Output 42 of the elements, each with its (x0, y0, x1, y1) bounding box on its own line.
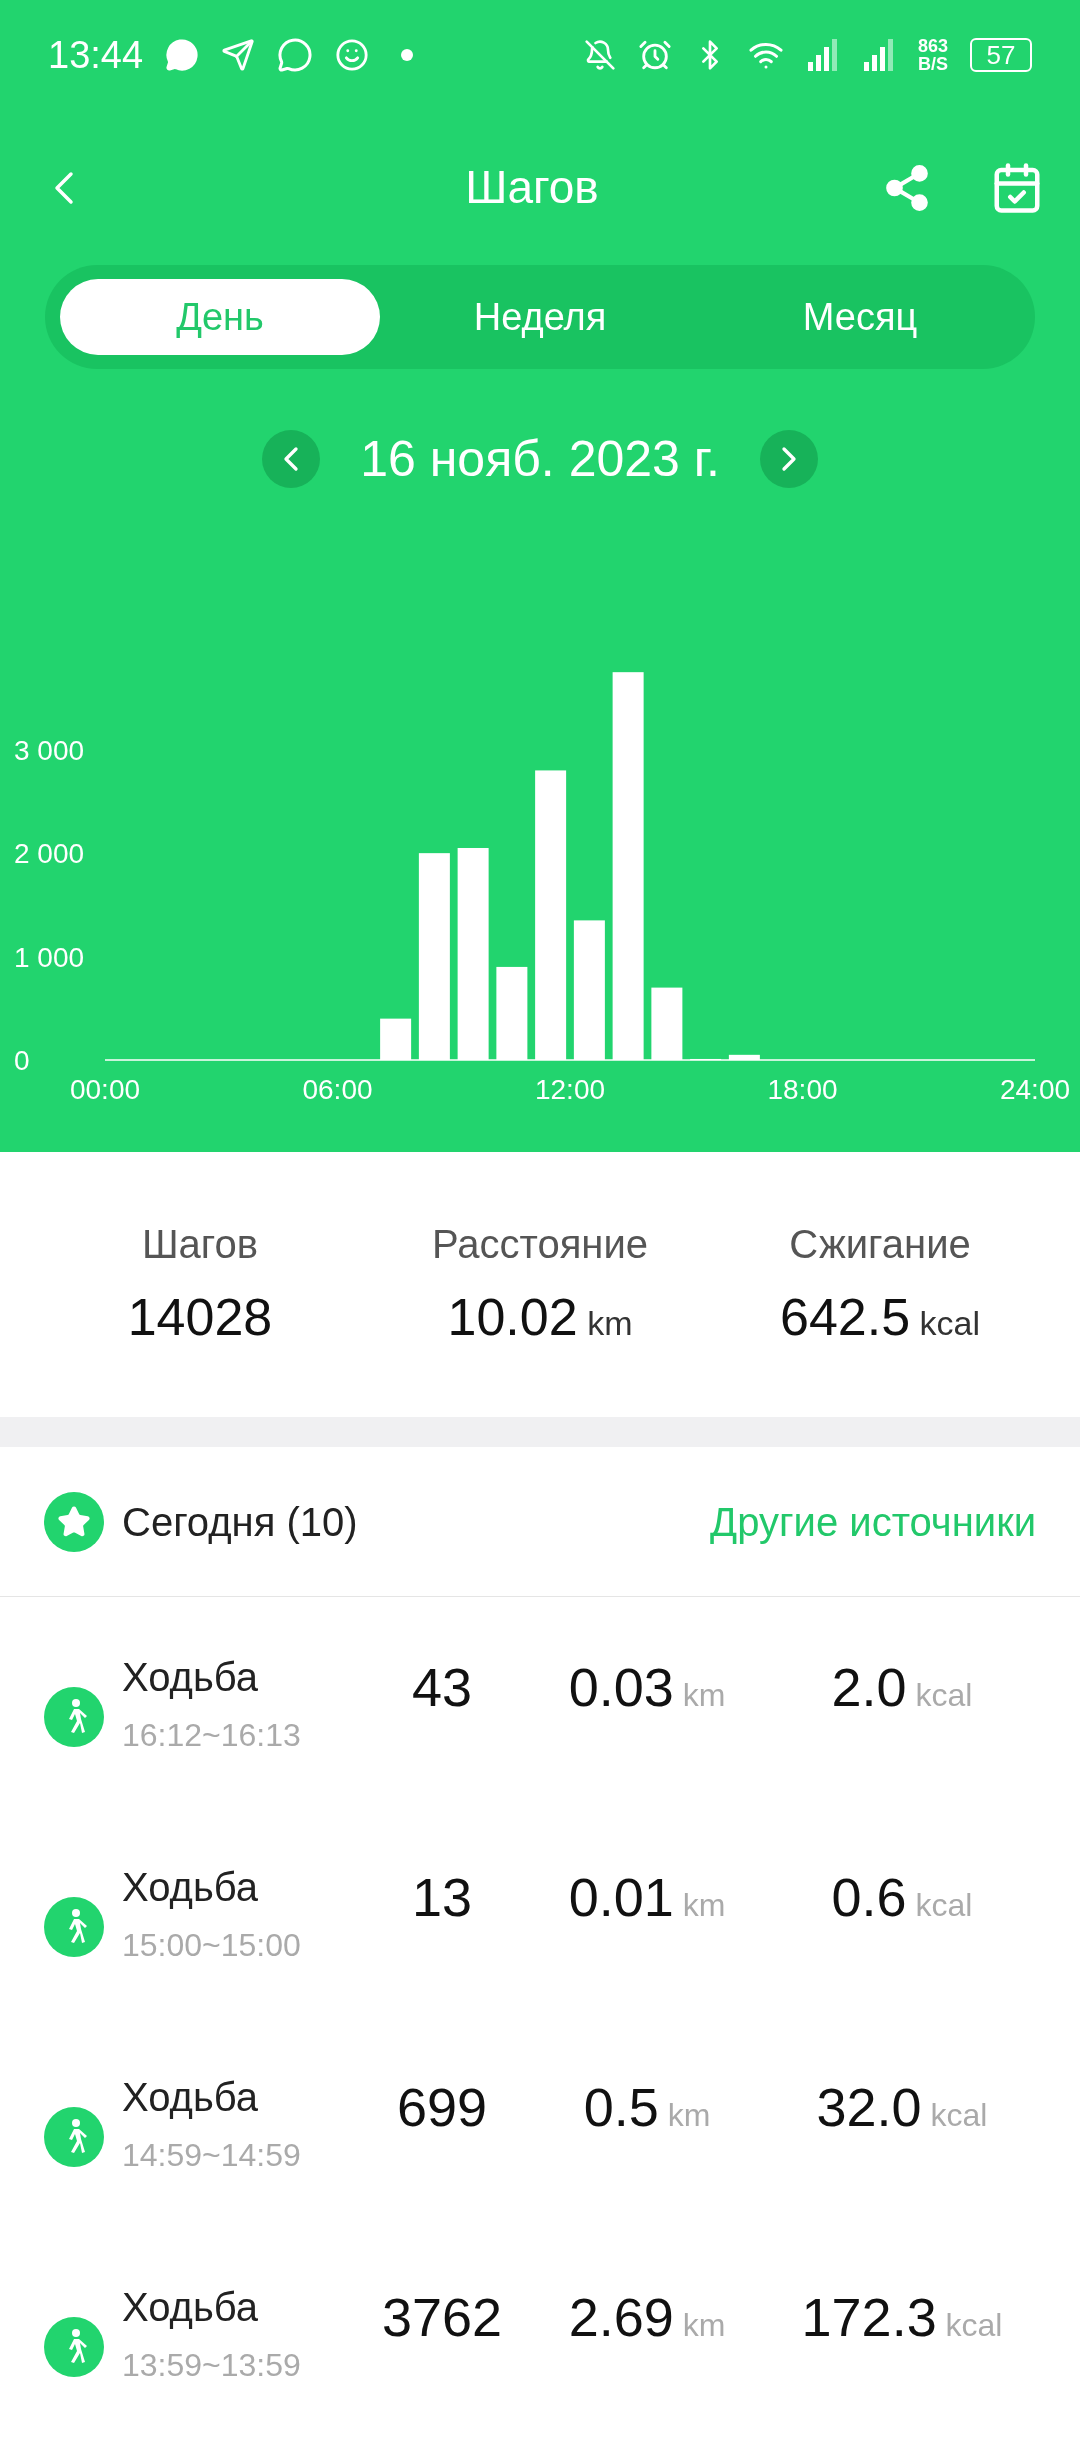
summary-value: 10.02 km (447, 1286, 633, 1348)
x-axis-label: 06:00 (302, 1074, 373, 1105)
y-axis-label: 0 (14, 1045, 30, 1076)
summary-value: 642.5 kcal (779, 1286, 981, 1348)
activity-steps: 43 (372, 1647, 512, 1728)
activity-time: 15:00~15:00 (122, 1926, 302, 1965)
clock: 13:44 (48, 32, 144, 78)
y-axis-label: 1 000 (14, 941, 85, 973)
activity-calories: 32.0 kcal (815, 2076, 989, 2139)
activity-name: Ходьба (122, 2074, 259, 2121)
summary-label: Расстояние (431, 1220, 649, 1268)
battery-icon: 57 (970, 38, 1032, 72)
activity-time: 14:59~14:59 (122, 2136, 302, 2175)
activity-distance: 0.03 km (567, 1656, 727, 1719)
activity-time: 13:59~13:59 (122, 2346, 302, 2385)
activity-name: Ходьба (122, 1864, 259, 1911)
page-title: Шагов (464, 160, 600, 215)
activity-calories: 172.3 kcal (800, 2286, 1004, 2349)
activity-distance: 0.5 km (582, 2076, 712, 2139)
activity-steps: 699 (372, 2067, 512, 2148)
activity-name: Ходьба (122, 1654, 259, 1701)
y-axis-label: 2 000 (14, 838, 85, 870)
summary-label: Шагов (141, 1220, 259, 1268)
activity-distance: 0.01 km (567, 1866, 727, 1929)
x-axis-label: 00:00 (69, 1074, 141, 1105)
network-speed: 863 (917, 37, 948, 55)
x-axis-label: 12:00 (534, 1074, 606, 1105)
summary-label: Сжигание (789, 1220, 971, 1268)
today-title: Сегодня (10) (122, 1498, 359, 1546)
activity-distance: 2.69 km (567, 2286, 727, 2349)
activity-calories: 0.6 kcal (830, 1866, 974, 1929)
date-label: 16 нояб. 2023 г. (360, 429, 720, 489)
summary-value: 14028 (127, 1286, 273, 1348)
activity-name: Ходьба (122, 2284, 259, 2331)
x-axis-label: 18:00 (767, 1074, 838, 1105)
network-speed-unit: B/S (917, 55, 948, 73)
activity-calories: 2.0 kcal (830, 1656, 974, 1719)
x-axis-label: 24:00 (999, 1074, 1071, 1105)
activity-time: 16:12~16:13 (122, 1716, 302, 1755)
activity-steps: 13 (372, 1857, 512, 1938)
activity-steps: 3762 (372, 2277, 512, 2358)
y-axis-label: 3 000 (14, 734, 85, 766)
